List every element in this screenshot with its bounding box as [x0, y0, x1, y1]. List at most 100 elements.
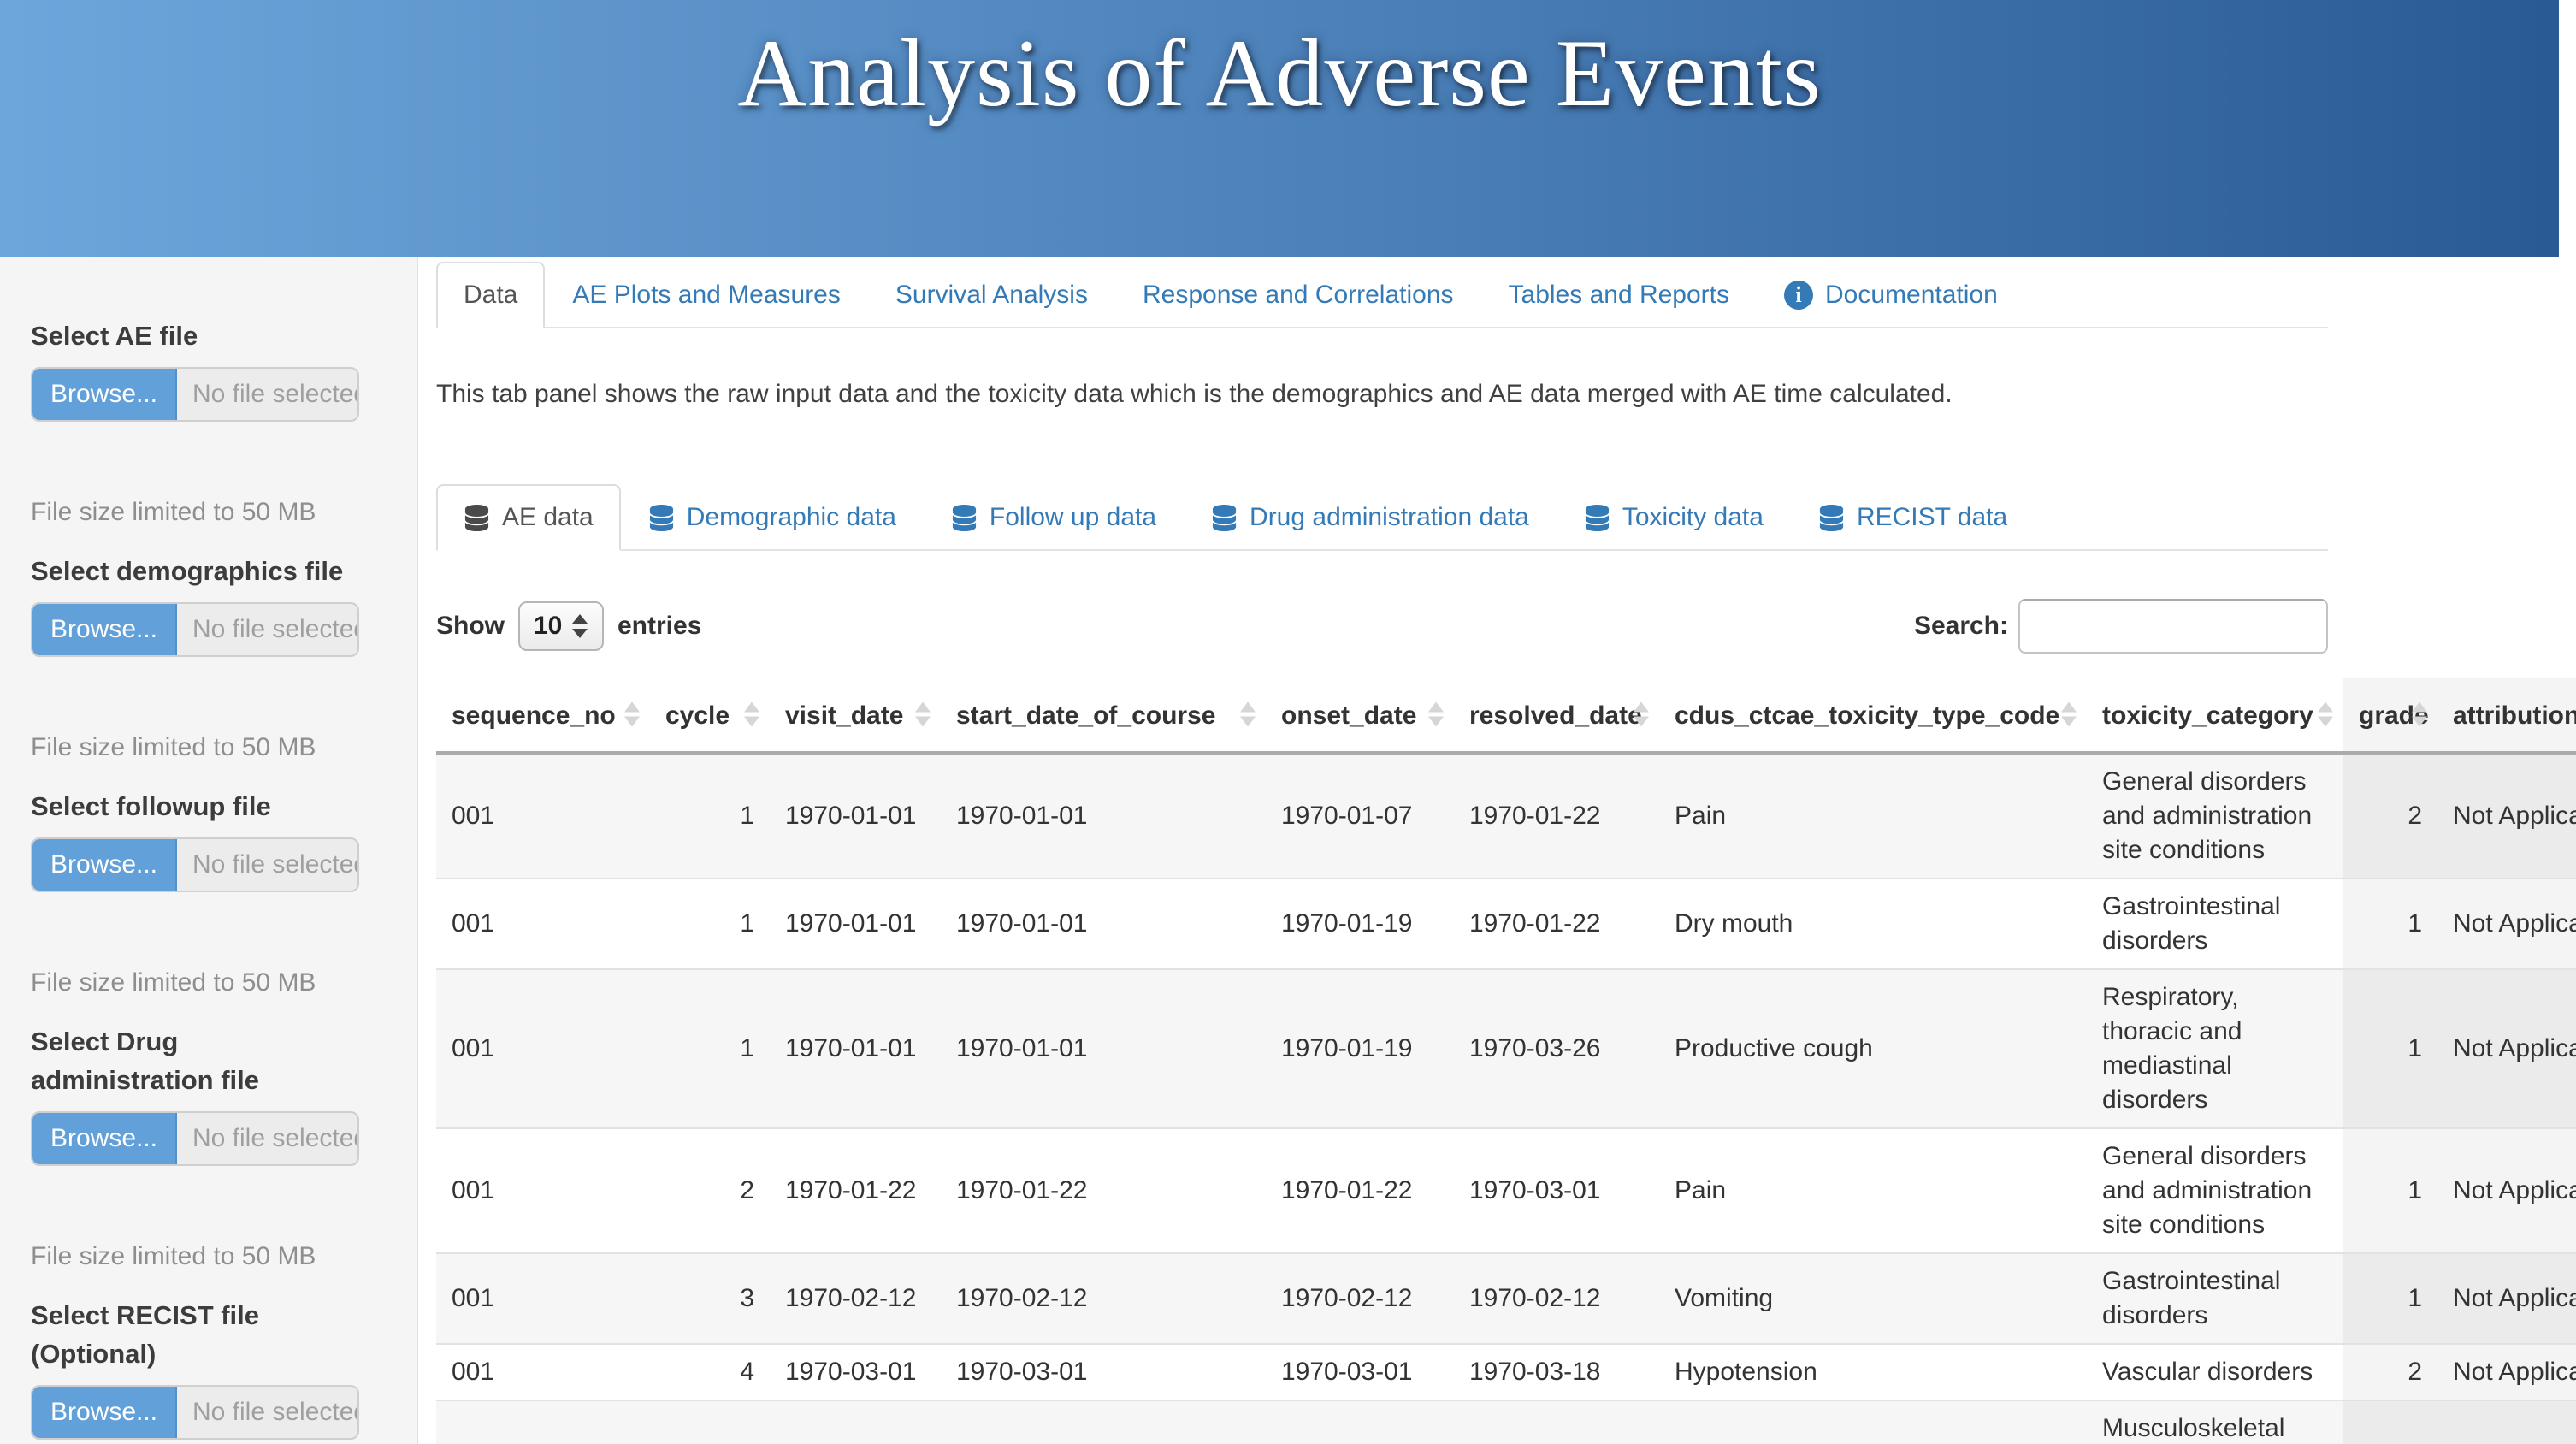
cell-cycle: 1: [650, 753, 770, 879]
search-label: Search:: [1914, 612, 2008, 641]
tab-data[interactable]: Data: [436, 262, 545, 328]
cell-start_date_of_course: 1970-01-22: [941, 1128, 1266, 1253]
cell-onset_date: 1970-01-19: [1266, 879, 1454, 969]
column-header-start_date_of_course[interactable]: start_date_of_course: [941, 678, 1266, 753]
cell-sequence_no: 001: [436, 1344, 650, 1400]
sort-icon: [915, 702, 931, 727]
cell-attribution: Not Applicable: [2437, 1253, 2576, 1344]
ae-data-table: sequence_no cycle visit_datestart_date_of_…: [436, 678, 2576, 1444]
cell-toxicity_category: Vascular disorders: [2087, 1344, 2343, 1400]
browse-button[interactable]: Browse...: [32, 1113, 177, 1164]
tab-label: Response and Correlations: [1143, 279, 1454, 311]
cell-cycle: [650, 1400, 770, 1444]
database-icon: [1584, 504, 1610, 532]
column-header-visit_date[interactable]: visit_date: [770, 678, 941, 753]
subtab-drug-administration-data[interactable]: Drug administration data: [1184, 484, 1557, 551]
cell-cycle: 2: [650, 1128, 770, 1253]
cell-cdus_ctcae_toxicity_type_code: Vomiting: [1659, 1253, 2087, 1344]
column-label: cycle: [665, 701, 730, 730]
column-header-toxicity_category[interactable]: toxicity_category: [2087, 678, 2343, 753]
subtab-toxicity-data[interactable]: Toxicity data: [1557, 484, 1791, 551]
cell-cycle: 1: [650, 879, 770, 969]
tab-label: RECIST data: [1857, 501, 2007, 534]
tab-description: This tab panel shows the raw input data …: [436, 376, 2328, 412]
file-input-1: Browse...No file selected: [31, 602, 359, 657]
page-title: Analysis of Adverse Events: [737, 19, 1821, 129]
page-length-select[interactable]: 10: [518, 601, 604, 651]
tab-response-and-correlations[interactable]: Response and Correlations: [1115, 262, 1481, 328]
cell-visit_date: 1970-02-12: [770, 1253, 941, 1344]
column-label: onset_date: [1281, 701, 1416, 730]
app-banner: Analysis of Adverse Events: [0, 0, 2559, 257]
column-header-sequence_no[interactable]: sequence_no: [436, 678, 650, 753]
cell-cdus_ctcae_toxicity_type_code: Pain: [1659, 753, 2087, 879]
subtab-recist-data[interactable]: RECIST data: [1791, 484, 2035, 551]
file-status-text: No file selected: [177, 369, 357, 420]
subtab-ae-data[interactable]: AE data: [436, 484, 621, 551]
subtab-follow-up-data[interactable]: Follow up data: [924, 484, 1184, 551]
tab-tables-and-reports[interactable]: Tables and Reports: [1481, 262, 1758, 328]
browse-button[interactable]: Browse...: [32, 839, 177, 891]
cell-attribution: Not Applicable: [2437, 1344, 2576, 1400]
sort-icon: [1240, 702, 1256, 727]
table-header-row: sequence_no cycle visit_datestart_date_of_…: [436, 678, 2576, 753]
column-label: toxicity_category: [2102, 701, 2313, 730]
file-label: Select followup file: [31, 787, 347, 826]
cell-visit_date: 1970-01-01: [770, 753, 941, 879]
column-header-cycle[interactable]: cycle: [650, 678, 770, 753]
cell-toxicity_category: Musculoskeletal and: [2087, 1400, 2343, 1444]
column-header-onset_date[interactable]: onset_date: [1266, 678, 1454, 753]
subtab-demographic-data[interactable]: Demographic data: [621, 484, 924, 551]
tab-label: Survival Analysis: [895, 279, 1088, 311]
browse-button[interactable]: Browse...: [32, 369, 177, 420]
cell-resolved_date: 1970-03-18: [1454, 1344, 1659, 1400]
main-tab-bar: DataAE Plots and Measures Survival Analys…: [436, 262, 2328, 328]
cell-grade: 1: [2343, 1128, 2437, 1253]
column-header-grade[interactable]: grade: [2343, 678, 2437, 753]
file-input-3: Browse...No file selected: [31, 1111, 359, 1166]
file-size-note: File size limited to 50 MB: [31, 495, 391, 530]
table-row: 00111970-01-011970-01-011970-01-071970-0…: [436, 753, 2576, 879]
browse-button[interactable]: Browse...: [32, 1387, 177, 1438]
cell-visit_date: [770, 1400, 941, 1444]
search-input[interactable]: [2018, 599, 2328, 654]
column-header-attribution[interactable]: attribution: [2437, 678, 2576, 753]
sort-icon: [624, 702, 640, 727]
file-size-note: File size limited to 50 MB: [31, 966, 391, 1000]
table-controls: Show 10 entries Search:: [436, 599, 2328, 654]
sort-icon: [1428, 702, 1444, 727]
cell-resolved_date: 1970-02-12: [1454, 1253, 1659, 1344]
table-row: 00121970-01-221970-01-221970-01-221970-0…: [436, 1128, 2576, 1253]
cell-cycle: 1: [650, 969, 770, 1128]
file-status-text: No file selected: [177, 604, 357, 655]
cell-start_date_of_course: 1970-01-01: [941, 753, 1266, 879]
cell-sequence_no: 001: [436, 969, 650, 1128]
column-header-cdus_ctcae_toxicity_type_code[interactable]: cdus_ctcae_toxicity_type_code: [1659, 678, 2087, 753]
tab-documentation[interactable]: iDocumentation: [1757, 262, 2025, 328]
cell-toxicity_category: Gastrointestinal disorders: [2087, 879, 2343, 969]
column-header-resolved_date[interactable]: resolved_date: [1454, 678, 1659, 753]
tab-ae-plots-and-measures[interactable]: AE Plots and Measures: [545, 262, 868, 328]
info-icon: i: [1784, 281, 1813, 310]
cell-sequence_no: 001: [436, 753, 650, 879]
cell-grade: 1: [2343, 879, 2437, 969]
cell-start_date_of_course: 1970-01-01: [941, 879, 1266, 969]
cell-toxicity_category: General disorders and administration sit…: [2087, 1128, 2343, 1253]
column-label: resolved_date: [1469, 701, 1642, 730]
page-length-value: 10: [534, 612, 562, 641]
sort-icon: [2318, 702, 2333, 727]
cell-visit_date: 1970-01-01: [770, 969, 941, 1128]
browse-button[interactable]: Browse...: [32, 604, 177, 655]
cell-cdus_ctcae_toxicity_type_code: Productive cough: [1659, 969, 2087, 1128]
database-icon: [1818, 504, 1845, 532]
cell-resolved_date: [1454, 1400, 1659, 1444]
column-label: cdus_ctcae_toxicity_type_code: [1675, 701, 2059, 730]
cell-grade: [2343, 1400, 2437, 1444]
file-label: Select RECIST file (Optional): [31, 1296, 347, 1373]
cell-attribution: Not Applicable: [2437, 879, 2576, 969]
tab-survival-analysis[interactable]: Survival Analysis: [868, 262, 1115, 328]
tab-label: Toxicity data: [1622, 501, 1764, 534]
page-length-control: Show 10 entries: [436, 601, 701, 651]
tab-label: Drug administration data: [1250, 501, 1529, 534]
cell-grade: 2: [2343, 753, 2437, 879]
